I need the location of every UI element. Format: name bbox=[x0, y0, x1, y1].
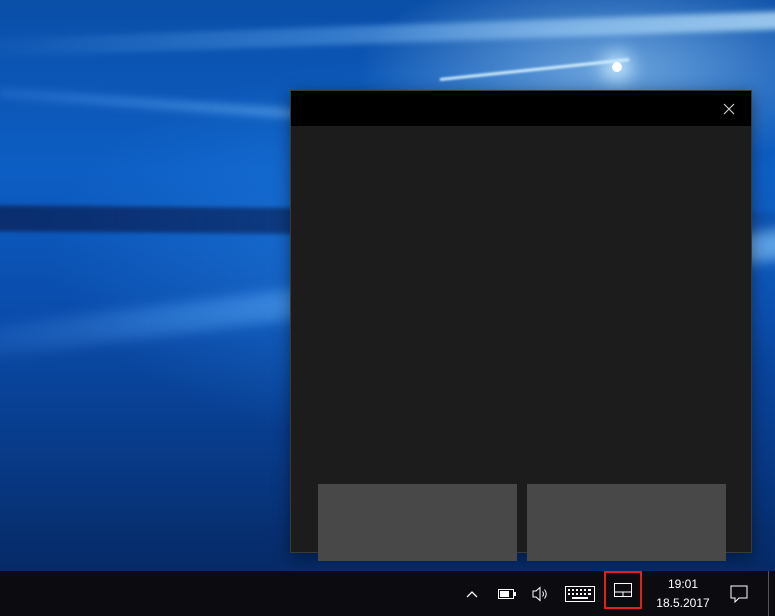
keyboard-icon bbox=[565, 585, 595, 602]
light-beam bbox=[439, 58, 630, 81]
notification-icon bbox=[730, 585, 748, 603]
battery-icon bbox=[498, 588, 516, 599]
touchpad-surface[interactable] bbox=[291, 126, 751, 561]
touchpad-left-button[interactable] bbox=[318, 484, 517, 561]
show-desktop-button[interactable] bbox=[768, 571, 775, 616]
close-icon bbox=[723, 103, 735, 115]
highlight-box bbox=[604, 571, 642, 609]
touchpad-window bbox=[290, 90, 752, 561]
clock[interactable]: 19:01 18.5.2017 bbox=[648, 571, 718, 616]
light-glow bbox=[612, 62, 622, 72]
battery-button[interactable] bbox=[494, 571, 520, 616]
touchpad-right-button[interactable] bbox=[527, 484, 726, 561]
light-beam bbox=[0, 8, 775, 58]
speaker-icon bbox=[532, 585, 547, 602]
window-titlebar[interactable] bbox=[291, 91, 751, 126]
chevron-up-icon bbox=[466, 590, 478, 597]
volume-button[interactable] bbox=[528, 571, 554, 616]
clock-time: 19:01 bbox=[667, 577, 699, 591]
taskbar: 19:01 18.5.2017 bbox=[0, 571, 775, 616]
clock-date: 18.5.2017 bbox=[656, 596, 710, 610]
touch-keyboard-button[interactable] bbox=[564, 571, 596, 616]
show-hidden-icons-button[interactable] bbox=[462, 571, 482, 616]
close-button[interactable] bbox=[719, 99, 739, 119]
action-center-button[interactable] bbox=[726, 571, 752, 616]
